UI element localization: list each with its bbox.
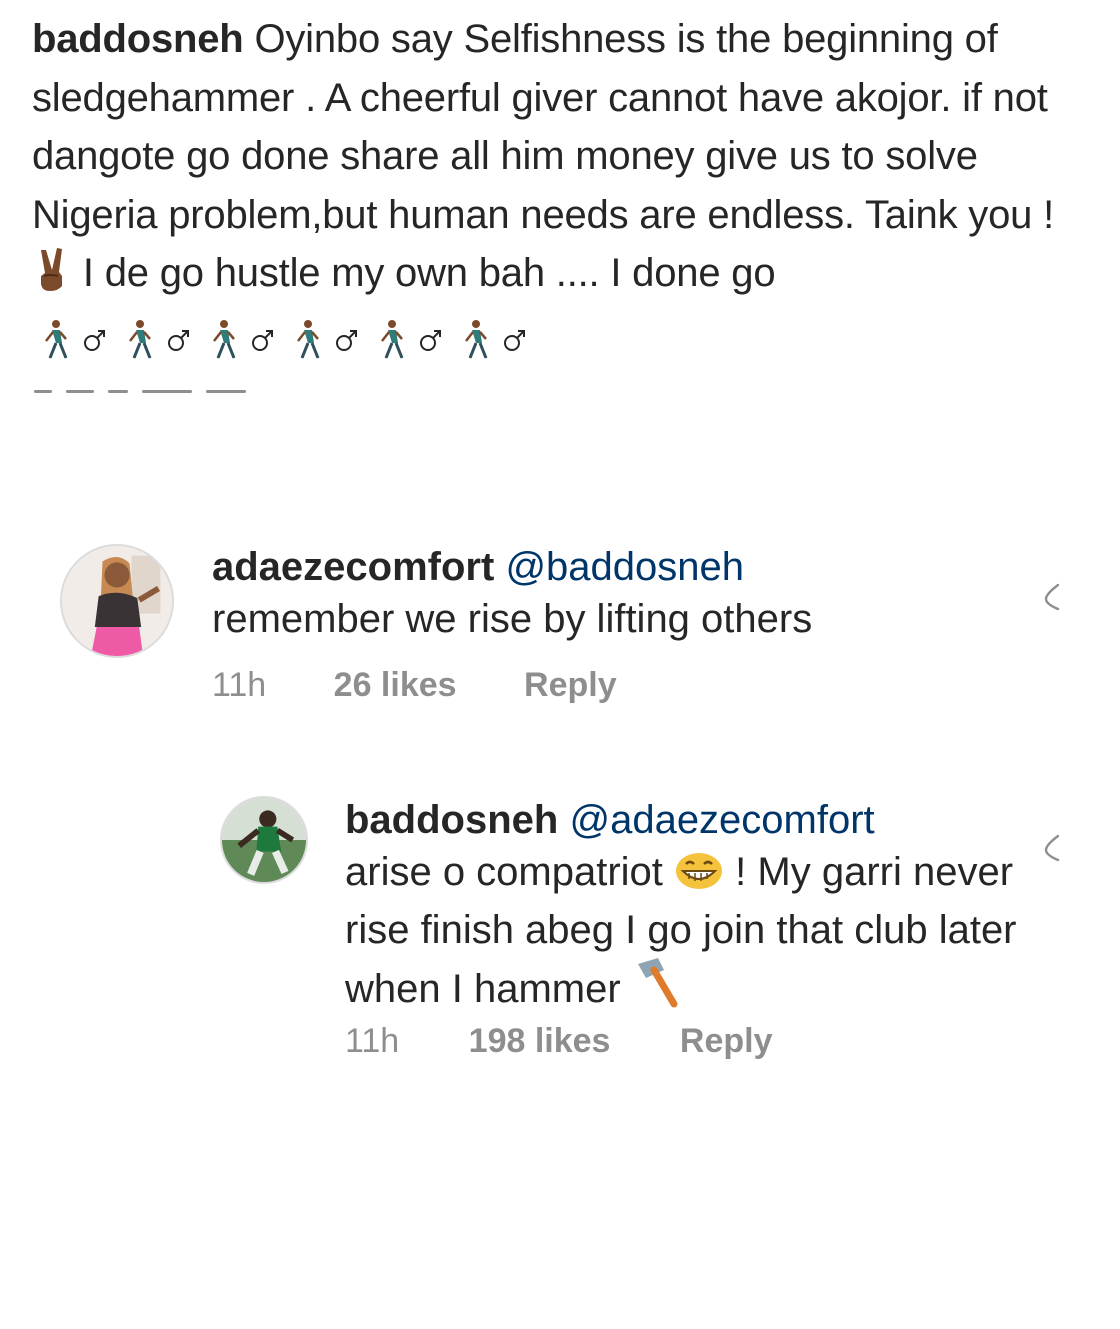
reply-username[interactable]: baddosneh xyxy=(345,798,558,842)
man-walking-emoji-row xyxy=(42,317,546,376)
reply-meta: 11h 198 likes Reply xyxy=(345,1022,773,1061)
caption-username[interactable]: baddosneh xyxy=(32,17,244,61)
man-walking-icon xyxy=(378,317,462,359)
comment-body: adaezecomfort @baddosneh remember we ris… xyxy=(212,541,1012,645)
reply-button[interactable]: Reply xyxy=(680,1022,773,1061)
heart-icon[interactable] xyxy=(1038,833,1064,863)
grinning-face-icon xyxy=(674,851,724,904)
comment-meta: 11h 26 likes Reply xyxy=(212,666,617,705)
post-meta-cropped xyxy=(34,390,304,396)
avatar[interactable] xyxy=(60,544,174,658)
reply-body: baddosneh @adaezecomfort arise o compatr… xyxy=(345,794,1025,1021)
man-walking-icon xyxy=(210,317,294,359)
reply-button[interactable]: Reply xyxy=(524,666,617,705)
avatar[interactable] xyxy=(220,796,308,884)
comment-thread: baddosneh Oyinbo say Selfishness is the … xyxy=(0,0,1120,1329)
comment-username[interactable]: adaezecomfort xyxy=(212,545,494,589)
heart-icon[interactable] xyxy=(1038,582,1064,612)
reply-timestamp[interactable]: 11h xyxy=(345,1022,399,1061)
reply-likes-count[interactable]: 198 likes xyxy=(469,1022,611,1061)
caption-text-part2: I de go hustle my own bah .... I done go xyxy=(82,251,776,295)
comment-likes-count[interactable]: 26 likes xyxy=(334,666,457,705)
comment-mention-link[interactable]: @baddosneh xyxy=(505,545,744,589)
comment-timestamp[interactable]: 11h xyxy=(212,666,266,705)
hammer-icon xyxy=(632,956,682,1021)
comment-text: remember we rise by lifting others xyxy=(212,597,813,641)
man-walking-icon xyxy=(42,317,126,359)
victory-hand-icon xyxy=(32,246,72,309)
reply-text-part1: arise o compatriot xyxy=(345,850,663,894)
man-walking-icon xyxy=(462,317,546,359)
man-walking-icon xyxy=(126,317,210,359)
post-caption: baddosneh Oyinbo say Selfishness is the … xyxy=(32,10,1062,375)
man-walking-icon xyxy=(294,317,378,359)
reply-mention-link[interactable]: @adaezecomfort xyxy=(569,798,874,842)
